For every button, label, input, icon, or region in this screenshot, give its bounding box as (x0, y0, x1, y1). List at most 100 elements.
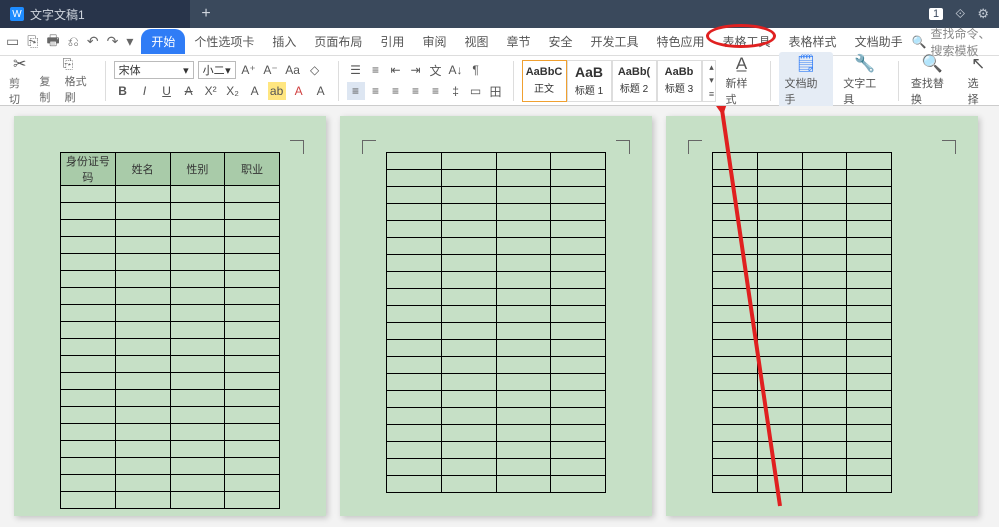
change-case-button[interactable]: Aa (284, 61, 302, 79)
page-3[interactable] (666, 116, 978, 516)
find-replace-button[interactable]: 🔍查找替换 (907, 54, 958, 107)
table-row[interactable] (713, 306, 892, 323)
table-row[interactable] (713, 408, 892, 425)
table-row[interactable] (713, 357, 892, 374)
table-row[interactable] (713, 323, 892, 340)
table-row[interactable] (713, 204, 892, 221)
undo-icon[interactable]: ↶ (87, 33, 99, 50)
table-row[interactable] (387, 289, 606, 306)
table-row[interactable] (713, 170, 892, 187)
table-row[interactable] (387, 221, 606, 238)
grow-font-button[interactable]: A⁺ (240, 61, 258, 79)
table-row[interactable] (61, 390, 280, 407)
table-row[interactable] (387, 442, 606, 459)
table-row[interactable] (61, 288, 280, 305)
header-job[interactable]: 职业 (225, 153, 280, 186)
menu-table-style[interactable]: 表格样式 (780, 29, 846, 54)
document-workspace[interactable]: 身份证号码 姓名 性别 职业 (0, 106, 999, 527)
page-2[interactable] (340, 116, 652, 516)
table-row[interactable] (387, 153, 606, 170)
menu-review[interactable]: 审阅 (413, 29, 455, 54)
bold-button[interactable]: B (114, 82, 132, 100)
format-painter-label[interactable]: 格式刷 (65, 73, 97, 105)
table-row[interactable] (713, 425, 892, 442)
table-row[interactable] (387, 425, 606, 442)
text-direction-button[interactable]: 文 (427, 61, 445, 79)
menu-security[interactable]: 安全 (539, 29, 581, 54)
styles-more[interactable]: ≡ (703, 87, 721, 100)
table-row[interactable] (387, 204, 606, 221)
table-row[interactable] (713, 289, 892, 306)
font-color-button[interactable]: A (290, 82, 308, 100)
new-tab-button[interactable]: + (190, 5, 222, 23)
align-right-button[interactable]: ≡ (387, 82, 405, 100)
table-row[interactable] (387, 238, 606, 255)
char-shading-button[interactable]: A (312, 82, 330, 100)
bullets-button[interactable]: ☰ (347, 61, 365, 79)
table-row[interactable] (387, 255, 606, 272)
doc-helper-button[interactable]: 🗒文档助手 (779, 52, 834, 109)
save-icon[interactable]: 🖶 (46, 30, 59, 54)
style-heading3[interactable]: AaBb标题 3 (657, 60, 702, 102)
menu-start[interactable]: 开始 (141, 29, 185, 54)
numbering-button[interactable]: ≡ (367, 61, 385, 79)
table-row[interactable] (387, 323, 606, 340)
justify-button[interactable]: ≡ (407, 82, 425, 100)
increase-indent-button[interactable]: ⇥ (407, 61, 425, 79)
style-heading2[interactable]: AaBb(标题 2 (612, 60, 657, 102)
styles-scroll-down[interactable]: ▾ (703, 74, 721, 87)
qat-dropdown-icon[interactable]: ▾ (126, 33, 133, 50)
table-row[interactable] (61, 475, 280, 492)
show-marks-button[interactable]: ¶ (467, 61, 485, 79)
align-left-button[interactable]: ≡ (347, 82, 365, 100)
superscript-button[interactable]: X² (202, 82, 220, 100)
menu-chapter[interactable]: 章节 (497, 29, 539, 54)
table-row[interactable] (61, 220, 280, 237)
cut-button[interactable]: ✂剪切 (6, 54, 33, 107)
decrease-indent-button[interactable]: ⇤ (387, 61, 405, 79)
table-row[interactable] (61, 441, 280, 458)
distribute-button[interactable]: ≡ (427, 82, 445, 100)
table-row[interactable] (713, 340, 892, 357)
table-row[interactable] (61, 458, 280, 475)
close-tab-icon[interactable] (172, 10, 180, 18)
table-row[interactable] (61, 203, 280, 220)
table-row[interactable] (387, 459, 606, 476)
sort-button[interactable]: A↓ (447, 61, 465, 79)
shading-button[interactable]: ▭ (467, 82, 485, 100)
document-table[interactable]: 身份证号码 姓名 性别 职业 (60, 152, 280, 509)
menu-page-layout[interactable]: 页面布局 (305, 29, 371, 54)
table-row[interactable] (61, 254, 280, 271)
table-row[interactable] (387, 374, 606, 391)
table-row[interactable] (61, 407, 280, 424)
text-effect-button[interactable]: A (246, 82, 264, 100)
menu-table-tools[interactable]: 表格工具 (714, 29, 780, 54)
table-row[interactable] (387, 272, 606, 289)
table-row[interactable] (61, 339, 280, 356)
header-gender[interactable]: 性别 (170, 153, 225, 186)
table-row[interactable] (387, 357, 606, 374)
table-header-row[interactable]: 身份证号码 姓名 性别 职业 (61, 153, 280, 186)
menu-developer[interactable]: 开发工具 (582, 29, 648, 54)
table-row[interactable] (61, 271, 280, 288)
table-row[interactable] (61, 492, 280, 509)
table-row[interactable] (61, 305, 280, 322)
table-row[interactable] (713, 255, 892, 272)
redo-icon[interactable]: ↷ (107, 33, 119, 50)
clear-format-button[interactable]: ◇ (306, 61, 324, 79)
table-row[interactable] (713, 459, 892, 476)
table-row[interactable] (713, 442, 892, 459)
header-id[interactable]: 身份证号码 (61, 153, 116, 186)
table-row[interactable] (387, 408, 606, 425)
table-row[interactable] (713, 476, 892, 493)
strike-button[interactable]: A (180, 82, 198, 100)
copy-label[interactable]: 复制 (39, 73, 60, 105)
table-row[interactable] (387, 476, 606, 493)
table-row[interactable] (713, 391, 892, 408)
header-name[interactable]: 姓名 (115, 153, 170, 186)
print-icon[interactable]: ⎌ (68, 33, 79, 50)
menu-insert[interactable]: 插入 (263, 29, 305, 54)
highlight-button[interactable]: ab (268, 82, 286, 100)
copy-button[interactable]: ⎘ (63, 56, 73, 72)
table-row[interactable] (61, 373, 280, 390)
